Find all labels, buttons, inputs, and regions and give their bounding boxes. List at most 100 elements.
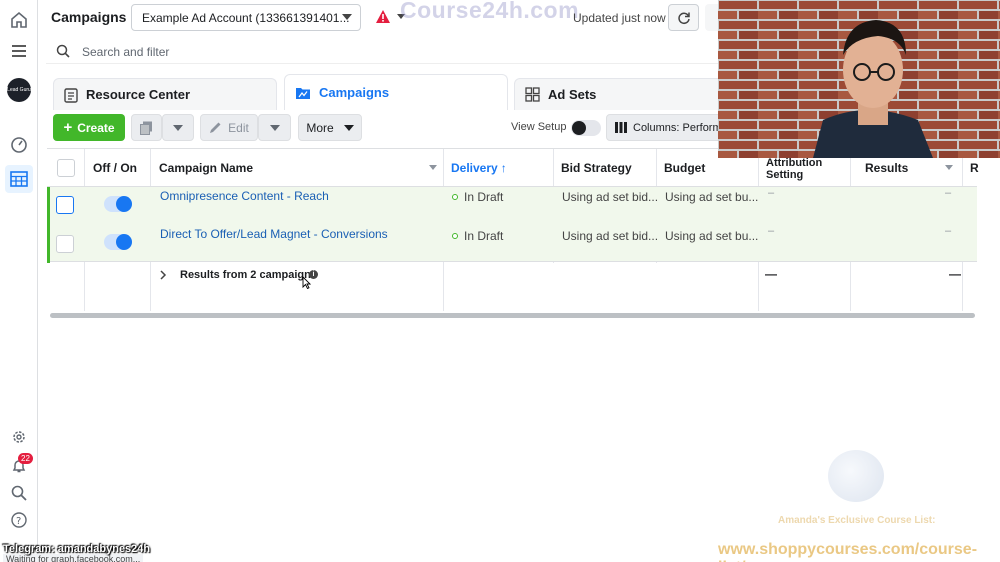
- row-checkbox[interactable]: [56, 235, 74, 253]
- pencil-icon: [210, 122, 221, 133]
- campaigns-table: Off / On Campaign Name Delivery ↑ Bid St…: [47, 148, 979, 316]
- duplicate-button[interactable]: [131, 114, 162, 141]
- delivery-status-dot-icon: [452, 233, 458, 239]
- more-label: More: [306, 120, 334, 135]
- telegram-caption: Telegram: amandabynes24h: [3, 543, 151, 555]
- help-icon[interactable]: ?: [8, 509, 30, 531]
- sort-ascending-arrow-icon: ↑: [500, 160, 507, 175]
- budget-value: Using ad set bu...: [665, 229, 759, 243]
- home-icon[interactable]: [8, 9, 30, 31]
- horizontal-scrollbar[interactable]: [50, 313, 975, 318]
- chevron-down-icon: [173, 124, 183, 131]
- create-label: Create: [77, 120, 115, 135]
- webcam-video-overlay: [718, 0, 1000, 158]
- attribution-value: –: [768, 225, 775, 237]
- account-avatar[interactable]: Lead Guru: [7, 78, 31, 102]
- header-bid-strategy[interactable]: Bid Strategy: [561, 149, 632, 186]
- results-value: –: [945, 225, 952, 237]
- chevron-right-icon[interactable]: [159, 270, 167, 280]
- browser-status-bar: Waiting for graph.facebook.com...: [3, 554, 144, 562]
- search-icon: [56, 44, 70, 58]
- delivery-status: In Draft: [464, 190, 504, 204]
- summary-attribution: —: [765, 267, 777, 281]
- header-campaign-name[interactable]: Campaign Name: [159, 149, 437, 186]
- edit-dropdown-button[interactable]: [258, 114, 291, 141]
- clipboard-icon: [64, 87, 78, 103]
- edit-button[interactable]: Edit: [200, 114, 258, 141]
- plus-icon: +: [63, 119, 73, 136]
- campaign-name-link[interactable]: Direct To Offer/Lead Magnet - Conversion…: [160, 227, 388, 241]
- create-button[interactable]: + Create: [53, 114, 125, 141]
- chevron-down-icon: [343, 124, 354, 131]
- promo-title: Amanda's Exclusive Course List:: [778, 515, 936, 526]
- mouse-cursor-icon: [302, 276, 311, 289]
- left-nav-rail: Lead Guru 22 ?: [0, 0, 38, 562]
- bid-strategy-value: Using ad set bid...: [562, 229, 659, 243]
- chevron-down-icon: [269, 124, 280, 131]
- view-setup-toggle[interactable]: [571, 120, 601, 136]
- duplicate-dropdown-button[interactable]: [162, 114, 194, 141]
- tab-campaigns[interactable]: Campaigns: [284, 74, 508, 110]
- columns-selector[interactable]: Columns: Perform: [606, 114, 726, 141]
- summary-label: Results from 2 campaigns: [180, 269, 317, 281]
- duplicate-icon: [140, 121, 152, 135]
- promo-url: www.shoppycourses.com/course-list/: [718, 541, 978, 562]
- summary-results: —: [949, 267, 961, 281]
- view-setup-label: View Setup: [511, 121, 567, 133]
- ad-account-selector[interactable]: Example Ad Account (133661391401...: [131, 4, 361, 31]
- budget-value: Using ad set bu...: [665, 190, 759, 204]
- tab-ad-sets[interactable]: Ad Sets: [514, 78, 726, 110]
- ad-account-name: Example Ad Account (133661391401...: [142, 11, 350, 25]
- folder-icon: [296, 87, 310, 99]
- header-label: Results: [865, 160, 909, 175]
- select-all-checkbox[interactable]: [57, 159, 75, 177]
- header-budget[interactable]: Budget: [664, 149, 705, 186]
- svg-text:?: ?: [16, 516, 21, 527]
- toggle-knob: [116, 196, 132, 212]
- header-delivery[interactable]: Delivery ↑: [451, 149, 507, 186]
- grid-icon: [525, 87, 540, 102]
- header-off-on[interactable]: Off / On: [93, 149, 137, 186]
- menu-icon[interactable]: [8, 40, 30, 62]
- avatar-text: Lead Guru: [7, 86, 31, 93]
- refresh-button[interactable]: [668, 4, 699, 31]
- ads-manager-table-icon[interactable]: [5, 165, 33, 193]
- edit-label: Edit: [228, 120, 249, 135]
- columns-label: Columns: Perform: [633, 121, 722, 134]
- tab-label: Ad Sets: [548, 87, 597, 102]
- refresh-icon: [677, 12, 690, 24]
- bid-strategy-value: Using ad set bid...: [562, 190, 659, 204]
- search-filter-bar[interactable]: Search and filter: [46, 38, 726, 64]
- columns-icon: [615, 122, 627, 133]
- chevron-down-icon: [342, 14, 352, 20]
- header-label: Campaign Name: [159, 160, 254, 175]
- row-highlight-bar: [47, 187, 50, 263]
- search-icon[interactable]: [8, 482, 30, 504]
- attribution-value: –: [768, 187, 775, 199]
- settings-gear-icon[interactable]: [8, 426, 30, 448]
- tab-label: Campaigns: [319, 85, 390, 100]
- toggle-knob: [572, 121, 586, 135]
- campaign-on-toggle[interactable]: [104, 196, 132, 212]
- results-value: –: [945, 187, 952, 199]
- campaign-on-toggle[interactable]: [104, 234, 132, 250]
- sort-caret-icon: [945, 165, 953, 170]
- row-checkbox[interactable]: [56, 196, 74, 214]
- toggle-knob: [116, 234, 132, 250]
- dashboard-icon[interactable]: [8, 133, 30, 155]
- more-button[interactable]: More: [298, 114, 362, 141]
- header-label: Delivery: [451, 160, 498, 175]
- campaign-name-link[interactable]: Omnipresence Content - Reach: [160, 189, 329, 203]
- notification-count-badge: 22: [18, 453, 33, 464]
- promo-logo-image: [828, 450, 884, 502]
- sort-caret-icon: [429, 165, 437, 170]
- updated-status: Updated just now: [573, 11, 666, 25]
- delivery-status: In Draft: [464, 229, 504, 243]
- delivery-status-dot-icon: [452, 194, 458, 200]
- tab-label: Resource Center: [86, 87, 191, 102]
- level-tabs: Resource Center Campaigns Ad Sets: [46, 72, 726, 110]
- page-title: Campaigns: [51, 9, 127, 25]
- warning-icon[interactable]: [376, 10, 390, 23]
- search-placeholder: Search and filter: [82, 45, 170, 59]
- tab-resource-center[interactable]: Resource Center: [53, 78, 277, 110]
